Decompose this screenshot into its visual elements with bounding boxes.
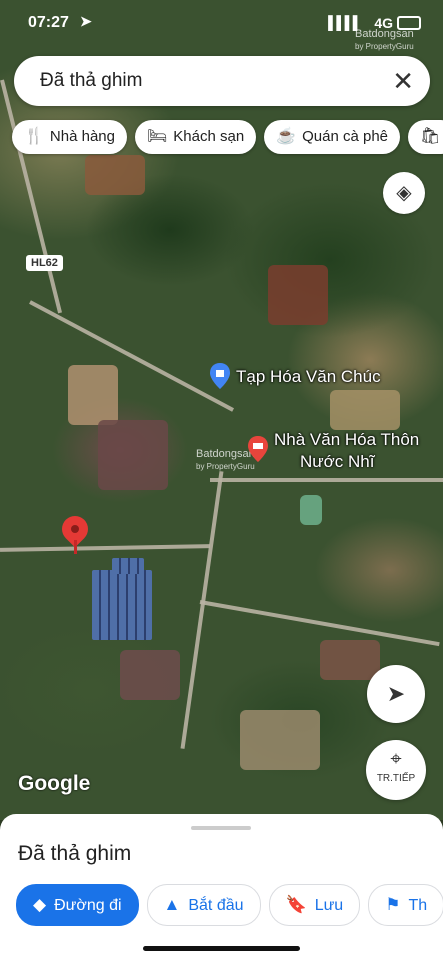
action-buttons: ◆ Đường đi ▲ Bắt đầu 🔖 Lưu ⚑ Th xyxy=(16,884,443,926)
map-road xyxy=(0,79,63,314)
directions-label: Đường đi xyxy=(54,897,122,914)
map-road xyxy=(0,544,211,552)
directions-icon: ◆ xyxy=(33,895,47,914)
pin-stem xyxy=(74,540,77,554)
place-title: Đã thả ghim xyxy=(18,842,132,865)
map-field xyxy=(120,650,180,700)
map-field xyxy=(85,155,145,195)
map-field xyxy=(68,365,118,425)
chip-hotels[interactable]: 🛏 Khách sạn xyxy=(134,120,257,154)
scan-location-icon: ⌖ xyxy=(390,748,402,770)
map-road xyxy=(210,478,443,482)
status-bar: 07:27 ➤ ▌▌▌▌ 4G xyxy=(0,0,443,46)
drag-handle[interactable] xyxy=(191,826,251,830)
chip-label: Khách sạn xyxy=(173,128,245,145)
chip-restaurants[interactable]: 🍴 Nhà hàng xyxy=(12,120,127,154)
signal-icon: ▌▌▌▌ xyxy=(328,15,362,30)
next-button[interactable]: ⌖ TR.TIẾP xyxy=(366,740,426,800)
close-icon[interactable]: ✕ xyxy=(392,66,414,97)
map-field xyxy=(240,710,320,770)
label-button-text: Th xyxy=(408,897,428,914)
bed-icon: 🛏 xyxy=(146,128,168,145)
flag-icon: ⚑ xyxy=(385,895,401,914)
map-field xyxy=(300,495,322,525)
layers-button[interactable]: ◈ xyxy=(383,172,425,214)
bottom-sheet[interactable]: Đã thả ghim ◆ Đường đi ▲ Bắt đầu 🔖 Lưu ⚑ Th xyxy=(0,814,443,960)
directions-button[interactable]: ◆ Đường đi xyxy=(16,884,139,926)
road-label: HL62 xyxy=(26,255,63,271)
shopping-pin-icon xyxy=(210,363,230,389)
poi-label: Nước Nhĩ xyxy=(300,452,375,471)
shopping-bag-icon: 🛍 xyxy=(420,128,441,145)
start-label: Bắt đầu xyxy=(188,897,244,914)
location-arrow-icon: ➤ xyxy=(80,13,92,29)
poi-label: Nhà Văn Hóa Thôn xyxy=(274,430,420,449)
chip-label: Nhà hàng xyxy=(49,128,115,145)
bookmark-icon: 🔖 xyxy=(285,895,307,914)
map-field xyxy=(320,640,380,680)
poi-label: Tạp Hóa Văn Chúc xyxy=(236,367,381,386)
watermark: by PropertyGuru xyxy=(196,462,255,471)
save-label: Lưu xyxy=(314,897,344,914)
hotel-pin-icon xyxy=(248,436,268,462)
map-field xyxy=(330,390,400,430)
map-road xyxy=(199,600,440,647)
chip-cafes[interactable]: ☕ Quán cà phê xyxy=(264,120,401,154)
fork-knife-icon: 🍴 xyxy=(24,128,44,145)
navigation-arrow-icon: ➤ xyxy=(386,681,406,706)
next-button-label: TR.TIẾP xyxy=(376,773,416,784)
navigation-icon: ▲ xyxy=(163,895,181,914)
coffee-cup-icon: ☕ xyxy=(276,128,297,145)
chip-shopping[interactable]: 🛍 xyxy=(408,120,443,154)
category-chips: 🍴 Nhà hàng 🛏 Khách sạn ☕ Quán cà phê 🛍 xyxy=(12,120,443,154)
solar-farm xyxy=(92,570,152,640)
google-attribution: Google xyxy=(18,772,91,795)
search-input[interactable]: Đã thả ghim xyxy=(40,70,142,92)
chip-label: Quán cà phê xyxy=(302,128,389,145)
watermark: Batdongsan xyxy=(196,448,255,460)
solar-farm xyxy=(112,558,144,574)
layers-icon: ◈ xyxy=(396,182,412,204)
start-button[interactable]: ▲ Bắt đầu xyxy=(146,884,261,926)
save-button[interactable]: 🔖 Lưu xyxy=(268,884,361,926)
battery-icon xyxy=(397,16,421,30)
home-indicator[interactable] xyxy=(143,946,300,951)
map-road xyxy=(180,471,224,749)
my-location-button[interactable]: ➤ xyxy=(367,665,425,723)
map-field xyxy=(98,420,168,490)
network-type: 4G xyxy=(374,15,393,31)
label-button[interactable]: ⚑ Th xyxy=(368,884,443,926)
clock: 07:27 xyxy=(28,14,69,31)
search-bar[interactable]: Đã thả ghim ✕ xyxy=(14,56,430,106)
map-field xyxy=(268,265,328,325)
map-road xyxy=(29,300,235,412)
